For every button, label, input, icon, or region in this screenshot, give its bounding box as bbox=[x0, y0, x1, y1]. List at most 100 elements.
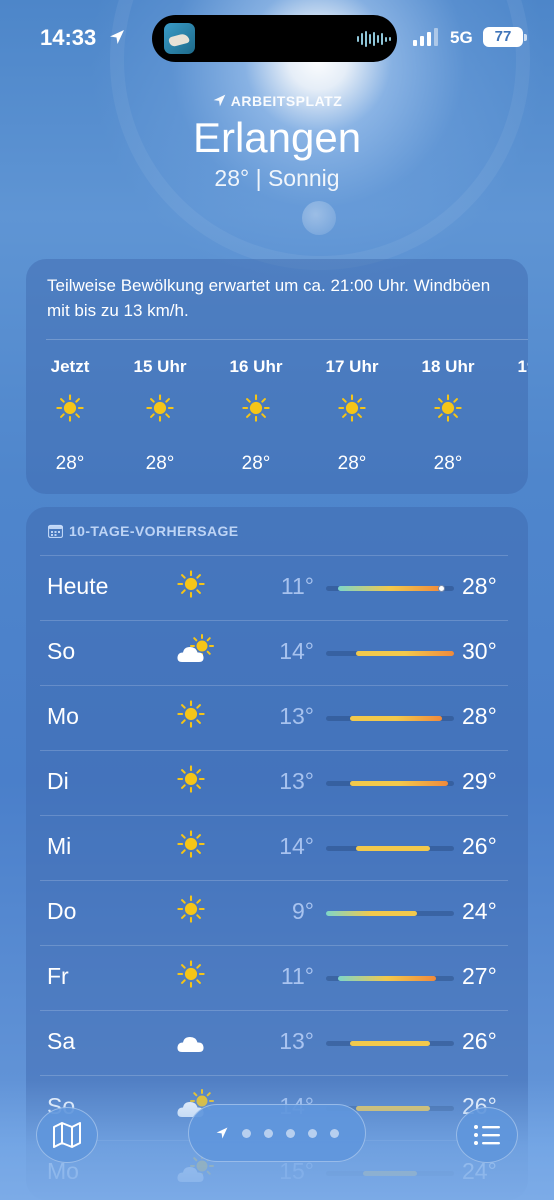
temperature-range-bar bbox=[326, 911, 418, 916]
cellular-signal-icon bbox=[413, 28, 438, 46]
hour-temperature: 28° bbox=[241, 453, 271, 474]
day-name: Do bbox=[47, 898, 77, 924]
divider bbox=[40, 1075, 508, 1076]
hour-temperature: 28° bbox=[55, 453, 85, 474]
forecast-day-row[interactable]: Di 13° 29° bbox=[26, 750, 528, 815]
forecast-day-row[interactable]: So 14° 30° bbox=[26, 620, 528, 685]
temperature-range-bar bbox=[350, 716, 442, 721]
divider bbox=[40, 685, 508, 686]
temperature-range-bar bbox=[356, 651, 454, 656]
low-temperature: 14° bbox=[279, 638, 314, 664]
location-label-text: ARBEITSPLATZ bbox=[230, 93, 343, 109]
day-name: Sa bbox=[47, 1028, 76, 1054]
location-arrow-icon bbox=[216, 1127, 228, 1139]
network-type: 5G bbox=[450, 28, 473, 47]
sun-icon bbox=[176, 829, 216, 865]
day-name: Mi bbox=[47, 833, 72, 859]
hour-label: 16 Uhr bbox=[229, 357, 283, 376]
low-temperature: 13° bbox=[279, 703, 314, 729]
hour-column: Jetzt 28° bbox=[30, 357, 110, 475]
sun-icon bbox=[30, 393, 110, 433]
forecast-day-row[interactable]: Fr 11° 27° bbox=[26, 945, 528, 1010]
divider bbox=[40, 1010, 508, 1011]
lens-flare bbox=[302, 201, 336, 235]
high-temperature: 29° bbox=[462, 768, 497, 794]
day-name: Mo bbox=[47, 703, 79, 729]
location-arrow-icon bbox=[110, 30, 124, 44]
location-arrow-icon bbox=[213, 94, 226, 107]
hour-temperature: 28° bbox=[433, 453, 463, 474]
temperature-range-bar bbox=[338, 976, 436, 981]
location-list-button[interactable] bbox=[456, 1107, 518, 1163]
list-icon bbox=[474, 1125, 500, 1145]
day-name: Fr bbox=[47, 963, 69, 989]
page-dot[interactable] bbox=[286, 1128, 295, 1138]
temperature-range-bar bbox=[338, 586, 442, 591]
hour-label: 19 Uhr bbox=[517, 357, 528, 376]
sun-icon bbox=[504, 393, 528, 433]
calendar-icon bbox=[47, 524, 64, 539]
high-temperature: 27° bbox=[462, 963, 497, 989]
dynamic-island[interactable] bbox=[152, 15, 397, 62]
low-temperature: 11° bbox=[280, 963, 314, 989]
low-temperature: 13° bbox=[279, 768, 314, 794]
hour-temperature: 28° bbox=[337, 453, 367, 474]
battery-indicator: 77 bbox=[483, 27, 527, 47]
sun-icon bbox=[216, 393, 296, 433]
temperature-range-track bbox=[326, 651, 454, 656]
divider bbox=[46, 339, 528, 340]
high-temperature: 28° bbox=[462, 573, 497, 599]
forecast-day-row[interactable]: Heute 11° 28° bbox=[26, 555, 528, 620]
page-dot[interactable] bbox=[264, 1128, 273, 1138]
sun-icon bbox=[176, 569, 216, 605]
page-dot[interactable] bbox=[330, 1128, 339, 1138]
page-dot[interactable] bbox=[242, 1128, 251, 1138]
low-temperature: 9° bbox=[292, 898, 314, 924]
hour-temperature: 28° bbox=[145, 453, 175, 474]
hour-label: Jetzt bbox=[50, 357, 90, 376]
forecast-day-row[interactable]: Mo 13° 28° bbox=[26, 685, 528, 750]
forecast-day-row[interactable]: Sa 13° 26° bbox=[26, 1010, 528, 1075]
temperature-range-track bbox=[326, 1041, 454, 1046]
low-temperature: 14° bbox=[279, 833, 314, 859]
audio-wave-icon bbox=[357, 31, 391, 47]
sun-icon bbox=[176, 699, 216, 735]
high-temperature: 26° bbox=[462, 833, 497, 859]
location-label: ARBEITSPLATZ bbox=[0, 93, 554, 109]
current-temperature-dot bbox=[437, 585, 445, 592]
divider bbox=[40, 945, 508, 946]
temperature-range-bar bbox=[350, 781, 448, 786]
map-button[interactable] bbox=[36, 1107, 98, 1163]
city-name: Erlangen bbox=[192, 114, 362, 161]
temperature-range-bar bbox=[356, 846, 430, 851]
media-artwork-icon bbox=[164, 23, 195, 54]
hour-temperature: 28° bbox=[504, 453, 528, 475]
hour-column: 15 Uhr 28° bbox=[120, 357, 200, 475]
forecast-day-row[interactable]: Do 9° 24° bbox=[26, 880, 528, 945]
cloud-icon bbox=[176, 1024, 216, 1060]
hourly-forecast-card[interactable]: Teilweise Bewölkung erwartet um ca. 21:0… bbox=[26, 259, 528, 494]
forecast-day-row[interactable]: Mi 14° 26° bbox=[26, 815, 528, 880]
day-name: Di bbox=[47, 768, 69, 794]
status-time: 14:33 bbox=[40, 25, 97, 50]
page-dot[interactable] bbox=[308, 1128, 317, 1138]
hour-label: 17 Uhr bbox=[325, 357, 379, 376]
high-temperature: 28° bbox=[462, 703, 497, 729]
temperature-range-bar bbox=[350, 1041, 430, 1046]
ten-day-title: 10-TAGE-VORHERSAGE bbox=[69, 523, 239, 539]
map-icon bbox=[53, 1122, 81, 1148]
temperature-range-track bbox=[326, 585, 454, 592]
low-temperature: 13° bbox=[279, 1028, 314, 1054]
day-name: So bbox=[47, 638, 76, 664]
sun-icon bbox=[176, 894, 216, 930]
hour-column: 16 Uhr 28° bbox=[216, 357, 296, 475]
sun-icon bbox=[408, 393, 488, 433]
hour-label: 18 Uhr bbox=[421, 357, 475, 376]
ten-day-header: 10-TAGE-VORHERSAGE bbox=[47, 523, 239, 539]
sun-icon bbox=[120, 393, 200, 433]
sun-icon bbox=[176, 959, 216, 995]
hour-label: 15 Uhr bbox=[133, 357, 187, 376]
sun-icon bbox=[176, 764, 216, 800]
temperature-range-track bbox=[326, 976, 454, 981]
location-pager[interactable] bbox=[188, 1104, 366, 1162]
